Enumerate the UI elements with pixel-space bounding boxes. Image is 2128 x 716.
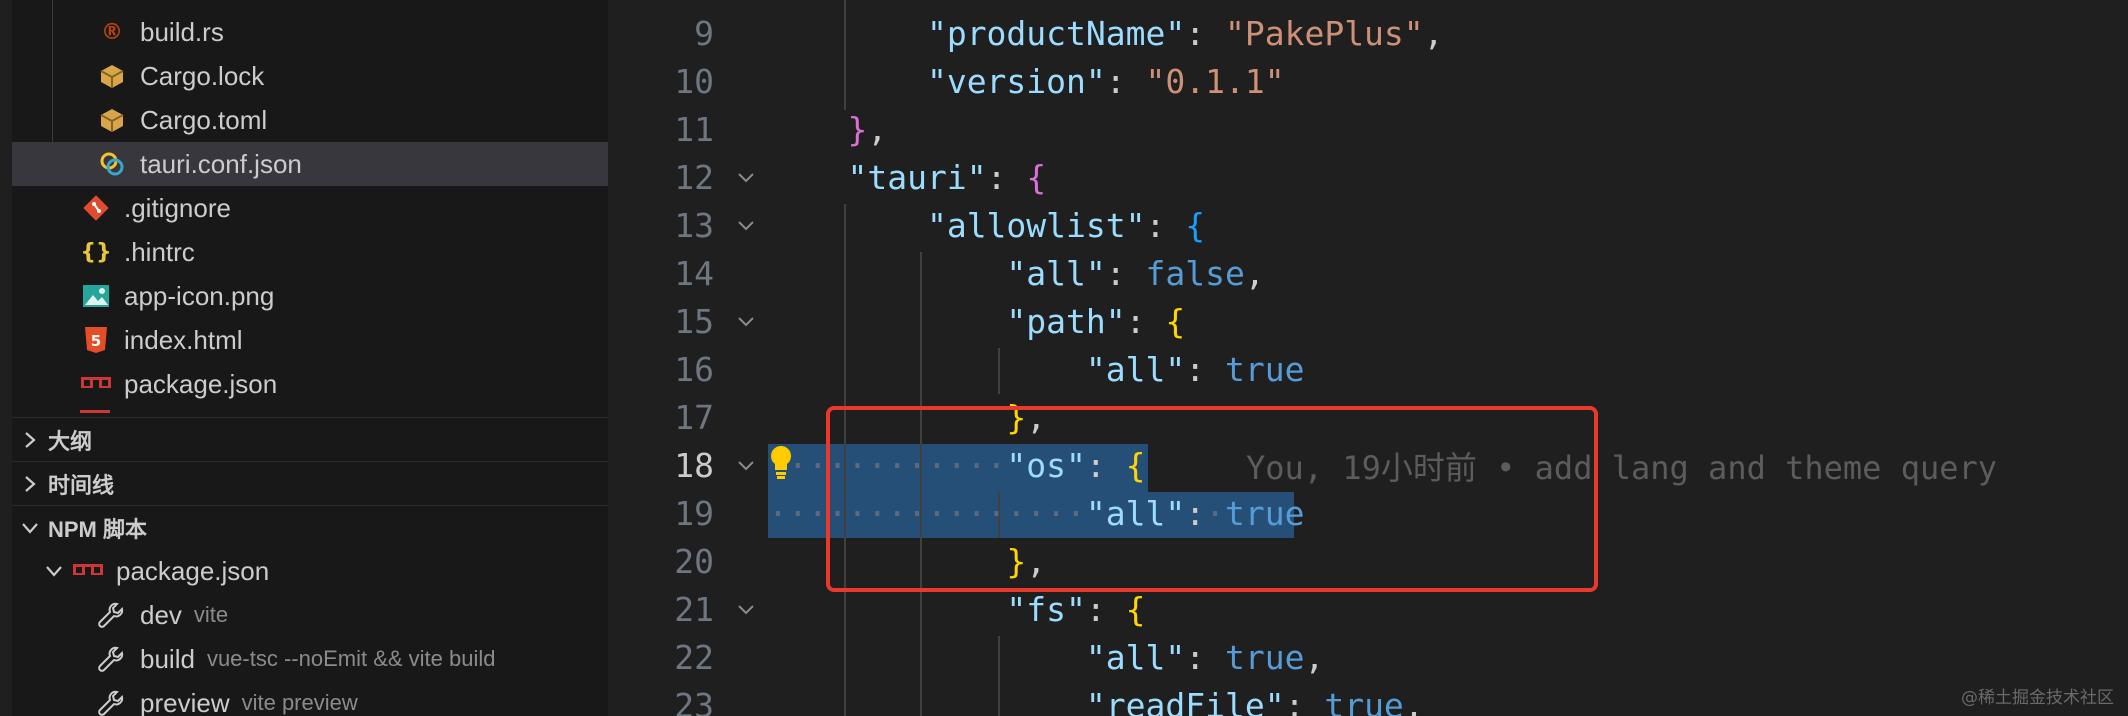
code-editor[interactable]: 9 10 11 12 13 14 15 16 17 18 19 20 21 22… bbox=[608, 0, 2128, 716]
line-number: 12 bbox=[674, 158, 714, 197]
chevron-right-icon bbox=[12, 418, 48, 462]
wrench-icon bbox=[96, 688, 126, 716]
section-label: NPM 脚本 bbox=[48, 517, 148, 542]
code-line: "version": "0.1.1" bbox=[926, 62, 1285, 101]
watermark: @稀土掘金技术社区 bbox=[1961, 688, 2114, 708]
line-number: 19 bbox=[674, 494, 714, 533]
chevron-down-icon bbox=[36, 549, 72, 593]
tauri-icon bbox=[96, 148, 128, 180]
file-item-tauri-conf-json[interactable]: tauri.conf.json bbox=[12, 142, 608, 186]
file-name: app-icon.png bbox=[124, 280, 275, 311]
code-line: "readFile": true, bbox=[1085, 686, 1424, 716]
line-number: 14 bbox=[674, 254, 714, 293]
line-number-active: 18 bbox=[674, 446, 714, 485]
section-timeline[interactable]: 时间线 bbox=[12, 461, 608, 506]
html5-icon: 5 bbox=[80, 324, 112, 356]
npm-script-dev[interactable]: dev vite bbox=[12, 593, 608, 637]
code-line: }, bbox=[847, 110, 888, 149]
section-npm-scripts[interactable]: NPM 脚本 bbox=[12, 505, 608, 550]
code-line: "all": false, bbox=[1006, 254, 1265, 293]
activity-edge bbox=[0, 0, 12, 716]
file-item-gitignore[interactable]: .gitignore bbox=[12, 186, 608, 230]
script-name: preview bbox=[140, 687, 230, 716]
line-number: 16 bbox=[674, 350, 714, 389]
line-number: 22 bbox=[674, 638, 714, 677]
line-number: 23 bbox=[674, 686, 714, 716]
file-name: .hintrc bbox=[124, 236, 195, 267]
file-item-cargo-lock[interactable]: Cargo.lock bbox=[12, 54, 608, 98]
line-number: 13 bbox=[674, 206, 714, 245]
svg-text:5: 5 bbox=[91, 332, 101, 350]
chevron-down-icon bbox=[12, 506, 48, 550]
lightbulb-icon[interactable] bbox=[768, 444, 796, 484]
section-label: 时间线 bbox=[48, 473, 115, 498]
line-number: 17 bbox=[674, 398, 714, 437]
code-line: "all": true bbox=[1085, 350, 1305, 389]
code-line: "fs": { bbox=[1006, 590, 1146, 629]
file-item-app-icon-png[interactable]: app-icon.png bbox=[12, 274, 608, 318]
wrench-icon bbox=[96, 644, 126, 674]
file-name: .gitignore bbox=[124, 192, 231, 223]
chevron-right-icon bbox=[12, 462, 48, 506]
script-command: vite bbox=[193, 602, 229, 627]
line-number: 10 bbox=[674, 62, 714, 101]
fold-chevron-icon[interactable] bbox=[732, 202, 760, 250]
line-number: 21 bbox=[674, 590, 714, 629]
rust-file-icon: ® bbox=[101, 19, 123, 45]
file-item-cargo-toml[interactable]: Cargo.toml bbox=[12, 98, 608, 142]
file-name: index.html bbox=[124, 324, 243, 355]
npm-script-preview[interactable]: preview vite preview bbox=[12, 681, 608, 716]
npm-script-build[interactable]: build vue-tsc --noEmit && vite build bbox=[12, 637, 608, 681]
file-name: Cargo.toml bbox=[140, 104, 268, 135]
wrench-icon bbox=[96, 600, 126, 630]
fold-chevron-icon[interactable] bbox=[732, 154, 760, 202]
script-name: dev bbox=[140, 599, 182, 630]
file-item-index-html[interactable]: 5 index.html bbox=[12, 318, 608, 362]
script-command: vue-tsc --noEmit && vite build bbox=[206, 646, 496, 671]
code-line: "productName": "PakePlus", bbox=[926, 14, 1444, 53]
git-icon bbox=[80, 192, 112, 224]
code-line: "all": true, bbox=[1085, 638, 1325, 677]
section-label: 大纲 bbox=[48, 429, 93, 454]
line-number: 20 bbox=[674, 542, 714, 581]
json-braces-icon: {} bbox=[80, 239, 112, 265]
highlight-box bbox=[826, 406, 1598, 592]
script-command: vite preview bbox=[241, 690, 358, 715]
npm-icon bbox=[72, 555, 104, 587]
file-name: Cargo.lock bbox=[140, 60, 265, 91]
code-line: "path": { bbox=[1006, 302, 1186, 341]
section-outline[interactable]: 大纲 bbox=[12, 417, 608, 462]
image-icon bbox=[80, 280, 112, 312]
npm-icon bbox=[80, 368, 112, 400]
line-number: 15 bbox=[674, 302, 714, 341]
fold-chevron-icon[interactable] bbox=[732, 586, 760, 634]
code-line: "tauri": { bbox=[847, 158, 1047, 197]
file-name: package.json bbox=[124, 368, 278, 399]
fold-chevron-icon[interactable] bbox=[732, 442, 760, 490]
file-name: build.rs bbox=[140, 16, 224, 47]
line-number: 9 bbox=[694, 14, 714, 53]
file-name: tauri.conf.json bbox=[140, 148, 302, 179]
npm-package-item[interactable]: package.json bbox=[12, 549, 608, 593]
file-item-hintrc[interactable]: {} .hintrc bbox=[12, 230, 608, 274]
fold-chevron-icon[interactable] bbox=[732, 298, 760, 346]
cargo-package-icon bbox=[96, 60, 128, 92]
cargo-package-icon bbox=[96, 104, 128, 136]
line-number: 11 bbox=[674, 110, 714, 149]
file-item-build-rs[interactable]: ® build.rs bbox=[12, 10, 608, 54]
explorer-sidebar: ® build.rs Cargo.lock Cargo.toml tauri.c… bbox=[0, 0, 608, 716]
npm-package-name: package.json bbox=[116, 555, 270, 586]
file-item-package-json[interactable]: package.json bbox=[12, 362, 608, 406]
script-name: build bbox=[140, 643, 195, 674]
npm-icon-fragment bbox=[80, 410, 110, 413]
code-line: "allowlist": { bbox=[926, 206, 1206, 245]
